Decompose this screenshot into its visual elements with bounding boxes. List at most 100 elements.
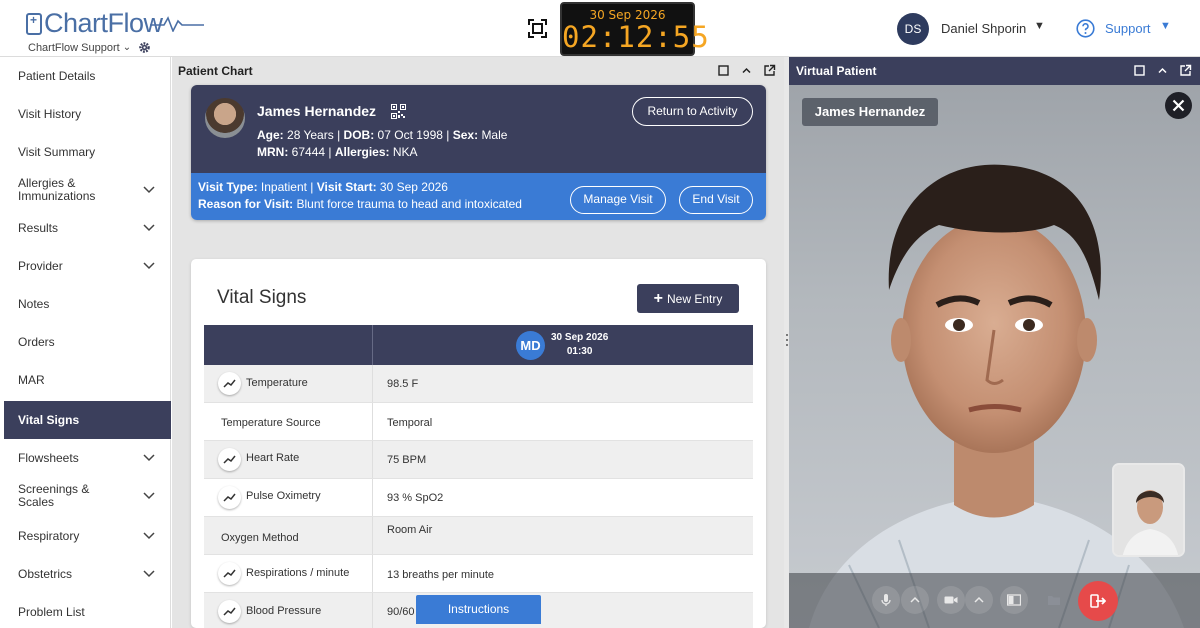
table-row: Heart Rate 75 BPM: [204, 441, 753, 479]
sidebar-item-vital-signs[interactable]: Vital Signs: [4, 401, 171, 439]
chevron-down-icon: [143, 224, 155, 232]
mute-button[interactable]: [872, 586, 900, 614]
caret-down-icon[interactable]: ▼: [1160, 20, 1171, 32]
close-video-button[interactable]: [1165, 92, 1192, 119]
trend-button[interactable]: [218, 448, 241, 471]
sidebar-item-notes[interactable]: Notes: [4, 285, 171, 323]
vital-value: 90/60: [387, 606, 415, 618]
chevron-up-icon[interactable]: [740, 64, 753, 77]
visit-start: 30 Sep 2026: [379, 180, 448, 194]
sidebar-item-flowsheets[interactable]: Flowsheets: [4, 439, 171, 477]
user-name[interactable]: Daniel Shporin: [941, 21, 1026, 36]
sidebar-item-obstetrics[interactable]: Obstetrics: [4, 555, 171, 593]
clipboard-icon: [26, 13, 42, 35]
minimize-icon[interactable]: [1133, 64, 1146, 77]
qr-code-icon[interactable]: [391, 104, 406, 119]
video-options-button[interactable]: [965, 586, 993, 614]
trend-button[interactable]: [218, 600, 241, 623]
table-row: Temperature 98.5 F: [204, 365, 753, 403]
column-divider: [372, 555, 373, 592]
panel-header: Patient Chart: [172, 57, 784, 85]
vital-label: Temperature Source: [221, 417, 321, 429]
chevron-down-icon: [143, 532, 155, 540]
patient-video-feed: James Hernandez: [789, 85, 1200, 628]
call-controls: [789, 573, 1200, 628]
vital-value: 75 BPM: [387, 454, 427, 466]
minimize-icon[interactable]: [717, 64, 730, 77]
heartbeat-icon: [150, 16, 204, 32]
chevron-down-icon: ⌄: [122, 42, 132, 53]
sidebar-item-label: Visit Summary: [18, 145, 96, 159]
support-menu[interactable]: Support: [1105, 21, 1151, 36]
return-to-activity-button[interactable]: Return to Activity: [632, 97, 753, 126]
sidebar-item-label: Respiratory: [18, 529, 80, 543]
user-avatar[interactable]: DS: [897, 13, 929, 45]
patient-banner: James Hernandez Age: 28 Years | DOB: 07 …: [191, 85, 766, 220]
sidebar-item-respiratory[interactable]: Respiratory: [4, 517, 171, 555]
patient-demographics: Age: 28 Years | DOB: 07 Oct 1998 | Sex: …: [257, 128, 508, 142]
end-visit-button[interactable]: End Visit: [679, 186, 753, 214]
sidebar-item-patient-details[interactable]: Patient Details: [4, 57, 171, 95]
caret-down-icon[interactable]: ▼: [1034, 20, 1045, 32]
drag-handle-icon[interactable]: [786, 334, 788, 346]
logo-text: ChartFlow: [44, 8, 163, 38]
column-divider: [372, 441, 373, 478]
popout-icon[interactable]: [763, 64, 776, 77]
video-camera-icon: [944, 596, 958, 604]
column-date: 30 Sep 2026: [551, 332, 609, 343]
fullscreen-icon[interactable]: [528, 19, 547, 38]
manage-visit-button[interactable]: Manage Visit: [570, 186, 666, 214]
vital-value: 98.5 F: [387, 378, 419, 390]
trend-icon: [223, 569, 236, 578]
instructions-tab[interactable]: Instructions: [416, 595, 541, 624]
column-timestamp[interactable]: 30 Sep 2026 01:30: [551, 331, 608, 359]
chartflow-logo[interactable]: ChartFlow: [26, 8, 204, 40]
patient-ids: MRN: 67444 | Allergies: NKA: [257, 145, 418, 159]
chart-sidebar: Patient Details Visit History Visit Summ…: [4, 57, 171, 628]
trend-icon: [223, 455, 236, 464]
sidebar-item-orders[interactable]: Orders: [4, 323, 171, 361]
virtual-patient-panel: Virtual Patient James Hernandez: [789, 57, 1200, 628]
sidebar-item-label: Obstetrics: [18, 567, 73, 581]
vital-label: Respirations / minute: [246, 567, 350, 579]
vital-label: Oxygen Method: [221, 532, 299, 544]
camera-button[interactable]: [937, 586, 965, 614]
vital-value: 13 breaths per minute: [387, 569, 495, 581]
sidebar-item-label: Notes: [18, 297, 50, 311]
audio-options-button[interactable]: [901, 586, 929, 614]
popout-icon[interactable]: [1179, 64, 1192, 77]
trend-button[interactable]: [218, 372, 241, 395]
age-label: Age:: [257, 128, 284, 142]
sidebar-item-label: Allergies & Immunizations: [18, 176, 96, 203]
patient-sex: Male: [481, 128, 508, 142]
leave-call-button[interactable]: [1078, 581, 1118, 621]
sidebar-item-problem-list[interactable]: Problem List: [4, 593, 171, 628]
vitals-title: Vital Signs: [217, 287, 307, 308]
trend-button[interactable]: [218, 562, 241, 585]
panel-header: Virtual Patient: [789, 57, 1200, 85]
sidebar-item-results[interactable]: Results: [4, 209, 171, 247]
files-button[interactable]: [1040, 586, 1068, 614]
sidebar-item-screenings[interactable]: Screenings & Scales: [4, 477, 171, 515]
chevron-down-icon: [143, 492, 155, 500]
sidebar-item-mar[interactable]: MAR: [4, 361, 171, 399]
org-name: ChartFlow Support: [28, 41, 120, 54]
sidebar-item-visit-summary[interactable]: Visit Summary: [4, 133, 171, 171]
sidebar-item-provider[interactable]: Provider: [4, 247, 171, 285]
sidebar-item-visit-history[interactable]: Visit History: [4, 95, 171, 133]
help-icon[interactable]: [1076, 19, 1095, 38]
panel-title: Virtual Patient: [796, 64, 877, 78]
author-badge[interactable]: MD: [516, 331, 545, 360]
sidebar-item-label: MAR: [18, 373, 45, 387]
self-view-video[interactable]: [1112, 463, 1185, 557]
vital-label: Blood Pressure: [246, 605, 322, 617]
layout-button[interactable]: [1000, 586, 1028, 614]
sidebar-item-allergies[interactable]: Allergies & Immunizations: [4, 171, 171, 209]
sidebar-item-label: Results: [18, 221, 59, 235]
gear-icon[interactable]: [138, 41, 151, 54]
org-switcher[interactable]: ChartFlow Support ⌄: [28, 41, 151, 54]
simulation-clock: 30 Sep 2026 02:12:55: [560, 2, 709, 56]
chevron-up-icon[interactable]: [1156, 64, 1169, 77]
new-entry-button[interactable]: + New Entry: [637, 284, 739, 313]
trend-button[interactable]: [218, 486, 241, 509]
